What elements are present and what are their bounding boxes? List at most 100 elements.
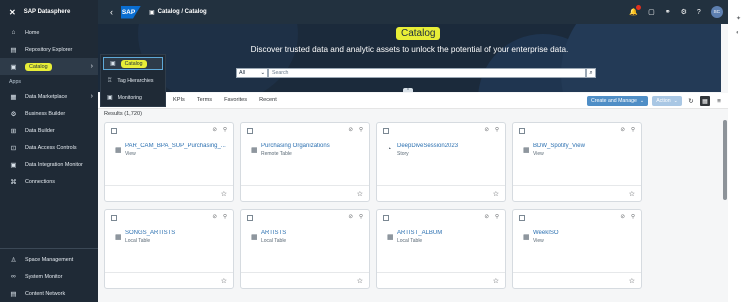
sidebar-item-business-builder[interactable]: ⚙ Business Builder xyxy=(0,105,98,122)
asset-name[interactable]: Purchasing Organizations xyxy=(261,143,367,149)
favorite-star-icon[interactable]: ☆ xyxy=(629,277,635,285)
create-and-manage-button[interactable]: Create and Manage ⌄ xyxy=(587,96,649,106)
select-checkbox[interactable] xyxy=(111,128,117,134)
favorite-star-icon[interactable]: ☆ xyxy=(493,277,499,285)
asset-card[interactable]: ⊘ ⚲ ▦ Purchasing Organizations Remote Ta… xyxy=(240,122,370,202)
select-checkbox[interactable] xyxy=(247,215,253,221)
back-icon[interactable]: ‹ xyxy=(110,7,113,17)
select-checkbox[interactable] xyxy=(383,215,389,221)
link-icon[interactable]: ⚭ xyxy=(665,8,671,16)
asset-card[interactable]: ⊘ ⚲ ▦ PAR_CAM_BPA_SUP_Purchasing_... Vie… xyxy=(104,122,234,202)
visibility-off-icon[interactable]: ⊘ xyxy=(620,214,625,220)
visibility-off-icon[interactable]: ⊘ xyxy=(484,127,489,133)
select-checkbox[interactable] xyxy=(519,128,525,134)
asset-name[interactable]: SONGS_ARTISTS xyxy=(125,230,231,236)
refresh-icon[interactable]: ↻ xyxy=(686,96,696,106)
sidebar-item-content-network[interactable]: ▤ Content Network xyxy=(0,285,98,302)
action-button[interactable]: Action ⌄ xyxy=(652,96,682,106)
link-icon[interactable]: ⚲ xyxy=(223,127,227,133)
copilot-icon[interactable]: ✦ xyxy=(736,15,741,22)
asset-card[interactable]: ⊘ ⚲ ◔ DeepDiveSession2023 Story ☆ xyxy=(376,122,506,202)
close-icon[interactable]: ✕ xyxy=(9,8,16,17)
breadcrumb-text[interactable]: Catalog / Catalog xyxy=(158,9,207,15)
settings-icon[interactable]: ⚙ xyxy=(681,8,687,16)
sidebar-item-label: Catalog xyxy=(25,62,52,71)
collapse-header-icon[interactable]: ⌃ xyxy=(403,88,413,92)
breadcrumb: ▣ Catalog / Catalog xyxy=(149,9,207,16)
link-icon[interactable]: ⚲ xyxy=(359,214,363,220)
select-checkbox[interactable] xyxy=(111,215,117,221)
sidebar-item-repository-explorer[interactable]: ▤ Repository Explorer xyxy=(0,41,98,58)
visibility-off-icon[interactable]: ⊘ xyxy=(620,127,625,133)
tab-favorites[interactable]: Favorites xyxy=(224,97,247,103)
asset-name[interactable]: WeekISO xyxy=(533,230,639,236)
sidebar-item-label: Repository Explorer xyxy=(25,46,73,53)
select-checkbox[interactable] xyxy=(247,128,253,134)
link-icon[interactable]: ⚲ xyxy=(495,127,499,133)
favorite-star-icon[interactable]: ☆ xyxy=(221,277,227,285)
favorite-star-icon[interactable]: ☆ xyxy=(357,190,363,198)
link-icon[interactable]: ⚲ xyxy=(495,214,499,220)
link-icon[interactable]: ⚲ xyxy=(631,127,635,133)
favorite-star-icon[interactable]: ☆ xyxy=(493,190,499,198)
list-view-icon[interactable]: ≡ xyxy=(714,96,724,106)
submenu-item-monitoring[interactable]: ▣ Monitoring xyxy=(101,89,165,106)
grid-view-icon[interactable]: ▦ xyxy=(700,96,710,106)
asset-card[interactable]: ⊘ ⚲ ▦ WeekISO View ☆ xyxy=(512,209,642,289)
sidebar-item-connections[interactable]: ⌘ Connections xyxy=(0,173,98,190)
asset-card[interactable]: ⊘ ⚲ ▦ ARTISTS Local Table ☆ xyxy=(240,209,370,289)
asset-name[interactable]: ARTISTS xyxy=(261,230,367,236)
avatar[interactable]: SC xyxy=(710,6,723,18)
visibility-off-icon[interactable]: ⊘ xyxy=(348,214,353,220)
favorite-star-icon[interactable]: ☆ xyxy=(629,190,635,198)
sidebar-item-data-marketplace[interactable]: ▦ Data Marketplace › xyxy=(0,88,98,105)
asset-card[interactable]: ⊘ ⚲ ▦ SONGS_ARTISTS Local Table ☆ xyxy=(104,209,234,289)
visibility-off-icon[interactable]: ⊘ xyxy=(348,127,353,133)
favorite-star-icon[interactable]: ☆ xyxy=(357,277,363,285)
assistant-icon[interactable]: ◐ xyxy=(736,30,740,36)
tab-list: KPIs Terms Favorites Recent xyxy=(173,97,277,103)
table-icon: ▦ xyxy=(251,147,258,154)
sidebar-item-data-builder[interactable]: ⊞ Data Builder xyxy=(0,122,98,139)
tab-terms[interactable]: Terms xyxy=(197,97,212,103)
right-rail: ✦ ◐ xyxy=(728,0,750,302)
tab-recent[interactable]: Recent xyxy=(259,97,277,103)
home-icon: ⌂ xyxy=(11,29,16,36)
sidebar-item-data-access-controls[interactable]: ⊡ Data Access Controls xyxy=(0,139,98,156)
asset-name[interactable]: ARTIST_ALBUM xyxy=(397,230,503,236)
link-icon[interactable]: ⚲ xyxy=(359,127,363,133)
asset-name[interactable]: BDW_Spotify_View xyxy=(533,143,639,149)
select-checkbox[interactable] xyxy=(519,215,525,221)
sidebar-item-data-integration-monitor[interactable]: ▣ Data Integration Monitor xyxy=(0,156,98,173)
card-tools: ⊘ ⚲ xyxy=(212,127,227,133)
asset-card[interactable]: ⊘ ⚲ ▦ ARTIST_ALBUM Local Table ☆ xyxy=(376,209,506,289)
sidebar-item-home[interactable]: ⌂ Home xyxy=(0,24,98,41)
asset-type: View xyxy=(125,151,136,157)
sidebar-item-system-monitor[interactable]: ∞ System Monitor xyxy=(0,268,98,285)
visibility-off-icon[interactable]: ⊘ xyxy=(212,127,217,133)
vertical-scrollbar[interactable] xyxy=(723,120,727,200)
asset-name[interactable]: DeepDiveSession2023 xyxy=(397,143,503,149)
story-icon: ◔ xyxy=(387,146,392,153)
card-divider xyxy=(513,272,641,273)
lock-icon: ⊡ xyxy=(10,144,17,152)
link-icon[interactable]: ⚲ xyxy=(631,214,635,220)
select-checkbox[interactable] xyxy=(383,128,389,134)
help-icon[interactable]: ? xyxy=(697,9,701,16)
notifications-icon[interactable]: 🔔 xyxy=(629,5,642,16)
tab-kpis[interactable]: KPIs xyxy=(173,97,185,103)
submenu-item-catalog[interactable]: ▣ Catalog xyxy=(103,57,163,70)
asset-name[interactable]: PAR_CAM_BPA_SUP_Purchasing_... xyxy=(125,143,231,149)
sidebar-item-catalog[interactable]: ▣ Catalog › xyxy=(0,58,98,75)
search-scope-select[interactable]: All ⌄ xyxy=(236,68,268,78)
asset-card[interactable]: ⊘ ⚲ ▦ BDW_Spotify_View View ☆ xyxy=(512,122,642,202)
visibility-off-icon[interactable]: ⊘ xyxy=(212,214,217,220)
sidebar-item-space-management[interactable]: ♙ Space Management xyxy=(0,251,98,268)
search-icon[interactable]: ⌕ xyxy=(586,68,596,78)
visibility-off-icon[interactable]: ⊘ xyxy=(484,214,489,220)
feedback-icon[interactable]: ▢ xyxy=(648,8,655,16)
submenu-item-tag-hierarchies[interactable]: ♖ Tag Hierarchies xyxy=(101,72,165,89)
search-input[interactable]: Search xyxy=(268,68,586,78)
favorite-star-icon[interactable]: ☆ xyxy=(221,190,227,198)
link-icon[interactable]: ⚲ xyxy=(223,214,227,220)
